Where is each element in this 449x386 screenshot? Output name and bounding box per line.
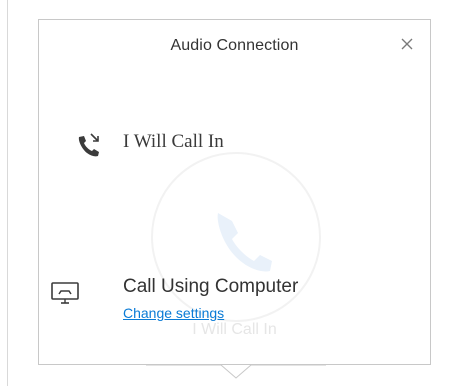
dialog-pointer <box>146 364 326 379</box>
close-icon <box>401 38 413 50</box>
call-using-computer-option[interactable]: Call Using Computer Change settings <box>39 264 430 336</box>
screen: I Will Call In Audio Connection I Will C… <box>0 0 449 386</box>
audio-connection-dialog: I Will Call In Audio Connection I Will C… <box>38 19 431 365</box>
dialog-title: Audio Connection <box>170 37 299 54</box>
left-divider <box>7 0 8 386</box>
call-in-option[interactable]: I Will Call In <box>39 116 430 176</box>
change-settings-link[interactable]: Change settings <box>123 305 224 321</box>
call-using-computer-label: Call Using Computer <box>123 276 299 297</box>
computer-audio-icon <box>50 278 80 308</box>
phone-incoming-icon <box>74 130 104 160</box>
call-in-label: I Will Call In <box>123 131 224 152</box>
close-button[interactable] <box>395 32 419 56</box>
